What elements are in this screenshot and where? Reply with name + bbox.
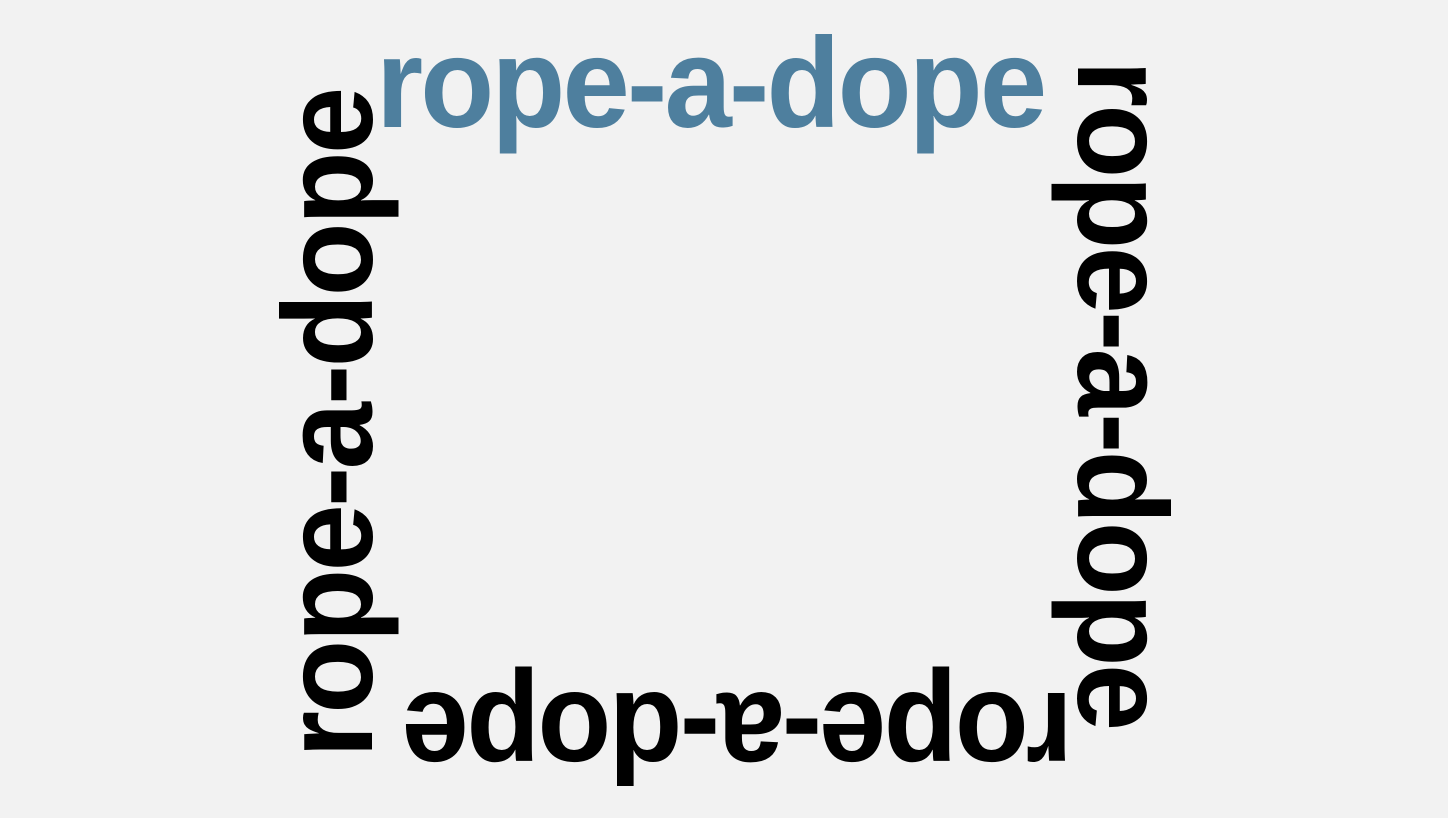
phrase-bottom-inverted: rope-a-dope [404,665,1073,808]
phrase-left-rotated: rope-a-dope [257,89,400,758]
phrase-right-rotated: rope-a-dope [1050,60,1193,729]
phrase-top: rope-a-dope [376,12,1047,155]
